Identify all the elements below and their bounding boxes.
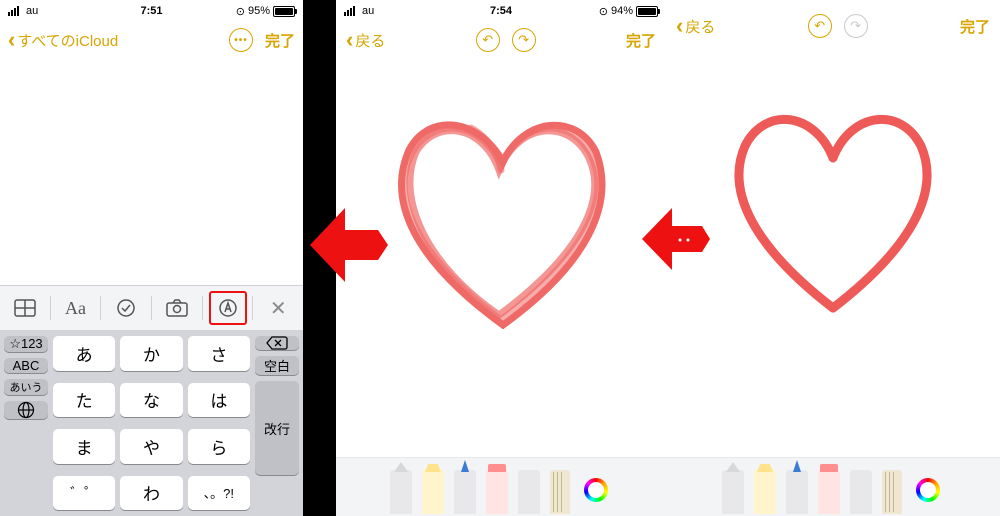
panel-sketch-after: ‹ 戻る ↶ ↷ 完了 (666, 0, 1000, 516)
undo-button[interactable]: ↶ (476, 28, 500, 52)
chevron-left-icon: ‹ (346, 27, 353, 53)
keyboard-toolbar: Aa ✕ (0, 285, 303, 330)
nav-bar: ‹ 戻る ↶ ↷ 完了 (666, 8, 1000, 44)
ruler-tool[interactable] (550, 470, 570, 514)
eraser-tool[interactable] (818, 470, 840, 514)
key-num[interactable]: ☆123 (4, 336, 48, 352)
key-ka[interactable]: か (120, 336, 182, 371)
key-ma[interactable]: ま (53, 429, 115, 464)
undo-button[interactable]: ↶ (808, 14, 832, 38)
key-dakuten[interactable]: ゛゜ (53, 476, 115, 511)
key-globe[interactable] (4, 401, 48, 419)
key-na[interactable]: な (120, 383, 182, 418)
key-return[interactable]: 改行 (255, 381, 299, 475)
carrier-label: au (26, 5, 38, 17)
key-wa[interactable]: わ (120, 476, 182, 511)
format-button[interactable]: Aa (51, 298, 101, 319)
camera-button[interactable] (152, 299, 202, 317)
key-backspace[interactable] (255, 336, 299, 350)
more-button[interactable]: ••• (229, 28, 253, 52)
pencil-tool[interactable] (454, 470, 476, 514)
drawing-toolbar (666, 457, 1000, 516)
arrow-icon (300, 200, 390, 290)
pen-tool[interactable] (722, 470, 744, 514)
color-picker[interactable] (916, 478, 940, 502)
battery-icon (636, 6, 658, 17)
done-button[interactable]: 完了 (626, 30, 656, 51)
key-sa[interactable]: さ (188, 336, 250, 371)
back-button[interactable]: ‹ 戻る (676, 13, 715, 39)
drawing-toolbar (336, 457, 666, 516)
key-ya[interactable]: や (120, 429, 182, 464)
back-label: 戻る (355, 30, 385, 51)
back-label: 戻る (685, 16, 715, 37)
lasso-tool[interactable] (518, 470, 540, 514)
done-button[interactable]: 完了 (960, 16, 990, 37)
battery-icon (273, 6, 295, 17)
back-button[interactable]: ‹ 戻る (346, 27, 385, 53)
key-ha[interactable]: は (188, 383, 250, 418)
battery-pct: 94% (611, 5, 633, 17)
table-button[interactable] (0, 299, 50, 317)
key-kana[interactable]: あいう (4, 379, 48, 395)
nav-bar: ‹ すべてのiCloud ••• 完了 (0, 22, 303, 58)
pen-tool[interactable] (390, 470, 412, 514)
done-button[interactable]: 完了 (265, 30, 295, 51)
alarm-icon: ⊙ (236, 5, 245, 18)
pencil-tool[interactable] (786, 470, 808, 514)
redo-button[interactable]: ↷ (512, 28, 536, 52)
heart-drawing-clean (703, 80, 963, 330)
panel-notes-editor: au 7:51 ⊙ 95% ‹ すべてのiCloud ••• 完了 Aa ✕ (0, 0, 303, 516)
clock: 7:54 (490, 5, 512, 17)
lasso-tool[interactable] (850, 470, 872, 514)
back-label: すべてのiCloud (17, 30, 118, 51)
redo-button: ↷ (844, 14, 868, 38)
eraser-tool[interactable] (486, 470, 508, 514)
keyboard: ☆123 ABC あいう あ か さ た な は ま (0, 330, 303, 516)
clock: 7:51 (140, 5, 162, 17)
status-bar: au 7:54 ⊙ 94% (336, 0, 666, 20)
key-a[interactable]: あ (53, 336, 115, 371)
signal-icon (8, 6, 22, 16)
battery-pct: 95% (248, 5, 270, 17)
key-punct[interactable]: 、。?! (188, 476, 250, 511)
checklist-button[interactable] (101, 298, 151, 318)
highlighter-tool[interactable] (422, 470, 444, 514)
alarm-icon: ⊙ (599, 5, 608, 18)
chevron-left-icon: ‹ (676, 13, 683, 39)
highlighter-tool[interactable] (754, 470, 776, 514)
carrier-label: au (362, 5, 374, 17)
heart-drawing-sketchy (371, 90, 631, 340)
dismiss-button[interactable]: ✕ (253, 296, 303, 321)
color-picker[interactable] (584, 478, 608, 502)
back-button[interactable]: ‹ すべてのiCloud (8, 30, 118, 51)
key-ta[interactable]: た (53, 383, 115, 418)
signal-icon (344, 6, 358, 16)
markup-button[interactable] (203, 291, 253, 325)
arrow-icon (636, 200, 714, 278)
nav-bar: ‹ 戻る ↶ ↷ 完了 (336, 22, 666, 58)
key-abc[interactable]: ABC (4, 358, 48, 373)
key-ra[interactable]: ら (188, 429, 250, 464)
status-bar: au 7:51 ⊙ 95% (0, 0, 303, 20)
ruler-tool[interactable] (882, 470, 902, 514)
key-space[interactable]: 空白 (255, 356, 299, 375)
